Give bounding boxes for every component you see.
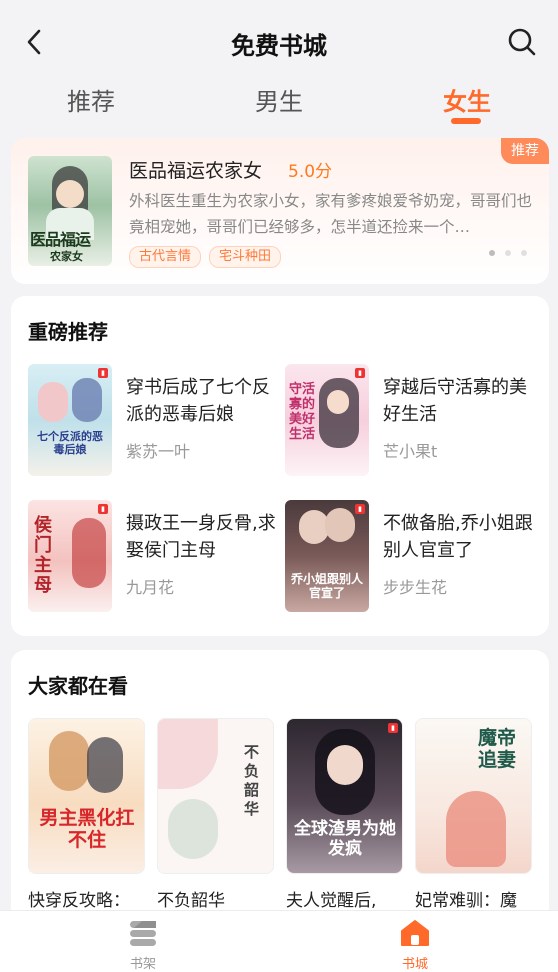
publisher-logo: ▮	[355, 504, 365, 514]
bottom-navigation: 书架 书城	[0, 910, 558, 972]
nav-label: 书架	[129, 957, 156, 972]
featured-book-tags: 古代言情 宅斗种田	[129, 246, 282, 268]
book-item[interactable]: ▮ 侯门主母 摄政王一身反骨,求娶侯门主母 九月花	[28, 500, 278, 612]
publisher-logo: ▮	[355, 368, 365, 378]
book-author: 紫苏一叶	[126, 442, 191, 461]
nav-bar: 免费书城	[0, 0, 558, 82]
nav-bookshelf[interactable]: 书架	[103, 919, 183, 972]
book-title: 不负韶华	[157, 891, 225, 911]
cover-title: 侯门主母	[34, 515, 52, 596]
book-cover[interactable]: 不负韶华	[157, 718, 274, 874]
book-cover[interactable]: ▮ 七个反派的恶毒后娘	[28, 364, 112, 476]
book-cover[interactable]: 魔帝追妻	[415, 718, 532, 874]
book-title: 不做备胎,乔小姐跟别人官宣了	[383, 513, 533, 561]
publisher-logo: ▮	[98, 368, 108, 378]
book-title: 快穿反攻略：	[28, 891, 130, 911]
book-title: 夫人觉醒后,	[286, 891, 377, 911]
genre-tag[interactable]: 宅斗种田	[209, 246, 282, 268]
nav-bookstore[interactable]: 书城	[375, 919, 455, 972]
book-item[interactable]: 魔帝追妻 妃常难驯：魔	[415, 718, 532, 911]
tab-female[interactable]: 女生	[422, 82, 512, 117]
publisher-logo: ▮	[388, 723, 398, 733]
featured-book-cover[interactable]: 医品福运 农家女	[28, 156, 112, 266]
book-title: 穿书后成了七个反派的恶毒后娘	[126, 377, 270, 425]
book-item[interactable]: ▮ 七个反派的恶毒后娘 穿书后成了七个反派的恶毒后娘 紫苏一叶	[28, 364, 278, 476]
featured-book-description: 外科医生重生为农家小女，家有爹疼娘爱爷奶宠，哥哥们也竟相宠她，哥哥们已经够多，怎…	[129, 192, 533, 236]
cover-title: 全球渣男为她发疯	[294, 819, 396, 859]
active-tab-indicator	[451, 118, 481, 124]
featured-cover-title: 医品福运	[30, 230, 91, 249]
cover-title: 乔小姐跟别人官宣了	[290, 572, 363, 600]
carousel-dot[interactable]	[489, 250, 495, 256]
book-author: 芒小果t	[383, 442, 438, 461]
header: 免费书城 推荐 男生 女生	[0, 0, 558, 128]
section-title: 重磅推荐	[28, 320, 108, 344]
carousel-dots	[489, 250, 527, 256]
book-cover[interactable]: ▮ 侯门主母	[28, 500, 112, 612]
publisher-logo: ▮	[98, 504, 108, 514]
book-title: 摄政王一身反骨,求娶侯门主母	[126, 513, 276, 561]
book-item[interactable]: ▮ 守活寡的美好生活 穿越后守活寡的美好生活 芒小果t	[285, 364, 535, 476]
book-title: 妃常难驯：魔	[415, 891, 517, 911]
bookshelf-icon	[130, 921, 156, 946]
home-icon	[401, 920, 429, 946]
book-author: 九月花	[126, 578, 175, 597]
cover-title: 男主黑化扛不住	[39, 807, 135, 851]
genre-tag[interactable]: 古代言情	[129, 246, 202, 268]
featured-book-title[interactable]: 医品福运农家女	[129, 156, 262, 183]
nav-label: 书城	[401, 957, 428, 972]
search-button[interactable]	[504, 24, 540, 60]
book-cover[interactable]: 男主黑化扛不住	[28, 718, 145, 874]
everyone-watching-section: 大家都在看 男主黑化扛不住 快穿反攻略： 不负韶华 不负韶华 ▮ 全球渣男为她发…	[11, 650, 549, 950]
search-icon	[508, 28, 536, 56]
carousel-dot[interactable]	[505, 250, 511, 256]
carousel-dot[interactable]	[521, 250, 527, 256]
featured-cover-subtitle: 农家女	[50, 250, 83, 263]
tab-male[interactable]: 男生	[234, 82, 324, 117]
book-item[interactable]: ▮ 全球渣男为她发疯 夫人觉醒后,	[286, 718, 403, 911]
page-title: 免费书城	[231, 32, 327, 60]
cover-title: 魔帝追妻	[478, 727, 517, 771]
cover-title: 不负韶华	[244, 743, 260, 818]
recommend-badge: 推荐	[501, 138, 549, 164]
book-title: 穿越后守活寡的美好生活	[383, 377, 527, 425]
book-cover[interactable]: ▮ 守活寡的美好生活	[285, 364, 369, 476]
book-author: 步步生花	[383, 578, 448, 597]
book-item[interactable]: 不负韶华 不负韶华	[157, 718, 274, 911]
book-cover[interactable]: ▮ 全球渣男为她发疯	[286, 718, 403, 874]
section-title: 大家都在看	[28, 674, 128, 698]
featured-book-banner[interactable]: 医品福运 农家女 医品福运农家女 5.0分 外科医生重生为农家小女，家有爹疼娘爱…	[11, 138, 549, 284]
featured-book-score: 5.0分	[288, 162, 333, 182]
book-cover[interactable]: ▮ 乔小姐跟别人官宣了	[285, 500, 369, 612]
heavy-recommend-section: 重磅推荐 ▮ 七个反派的恶毒后娘 穿书后成了七个反派的恶毒后娘 紫苏一叶 ▮ 守…	[11, 296, 549, 636]
book-item[interactable]: ▮ 乔小姐跟别人官宣了 不做备胎,乔小姐跟别人官宣了 步步生花	[285, 500, 535, 612]
tab-recommend[interactable]: 推荐	[46, 82, 136, 117]
cover-title: 七个反派的恶毒后娘	[37, 430, 103, 456]
book-item[interactable]: 男主黑化扛不住 快穿反攻略：	[28, 718, 145, 911]
cover-title: 守活寡的美好生活	[289, 382, 316, 442]
